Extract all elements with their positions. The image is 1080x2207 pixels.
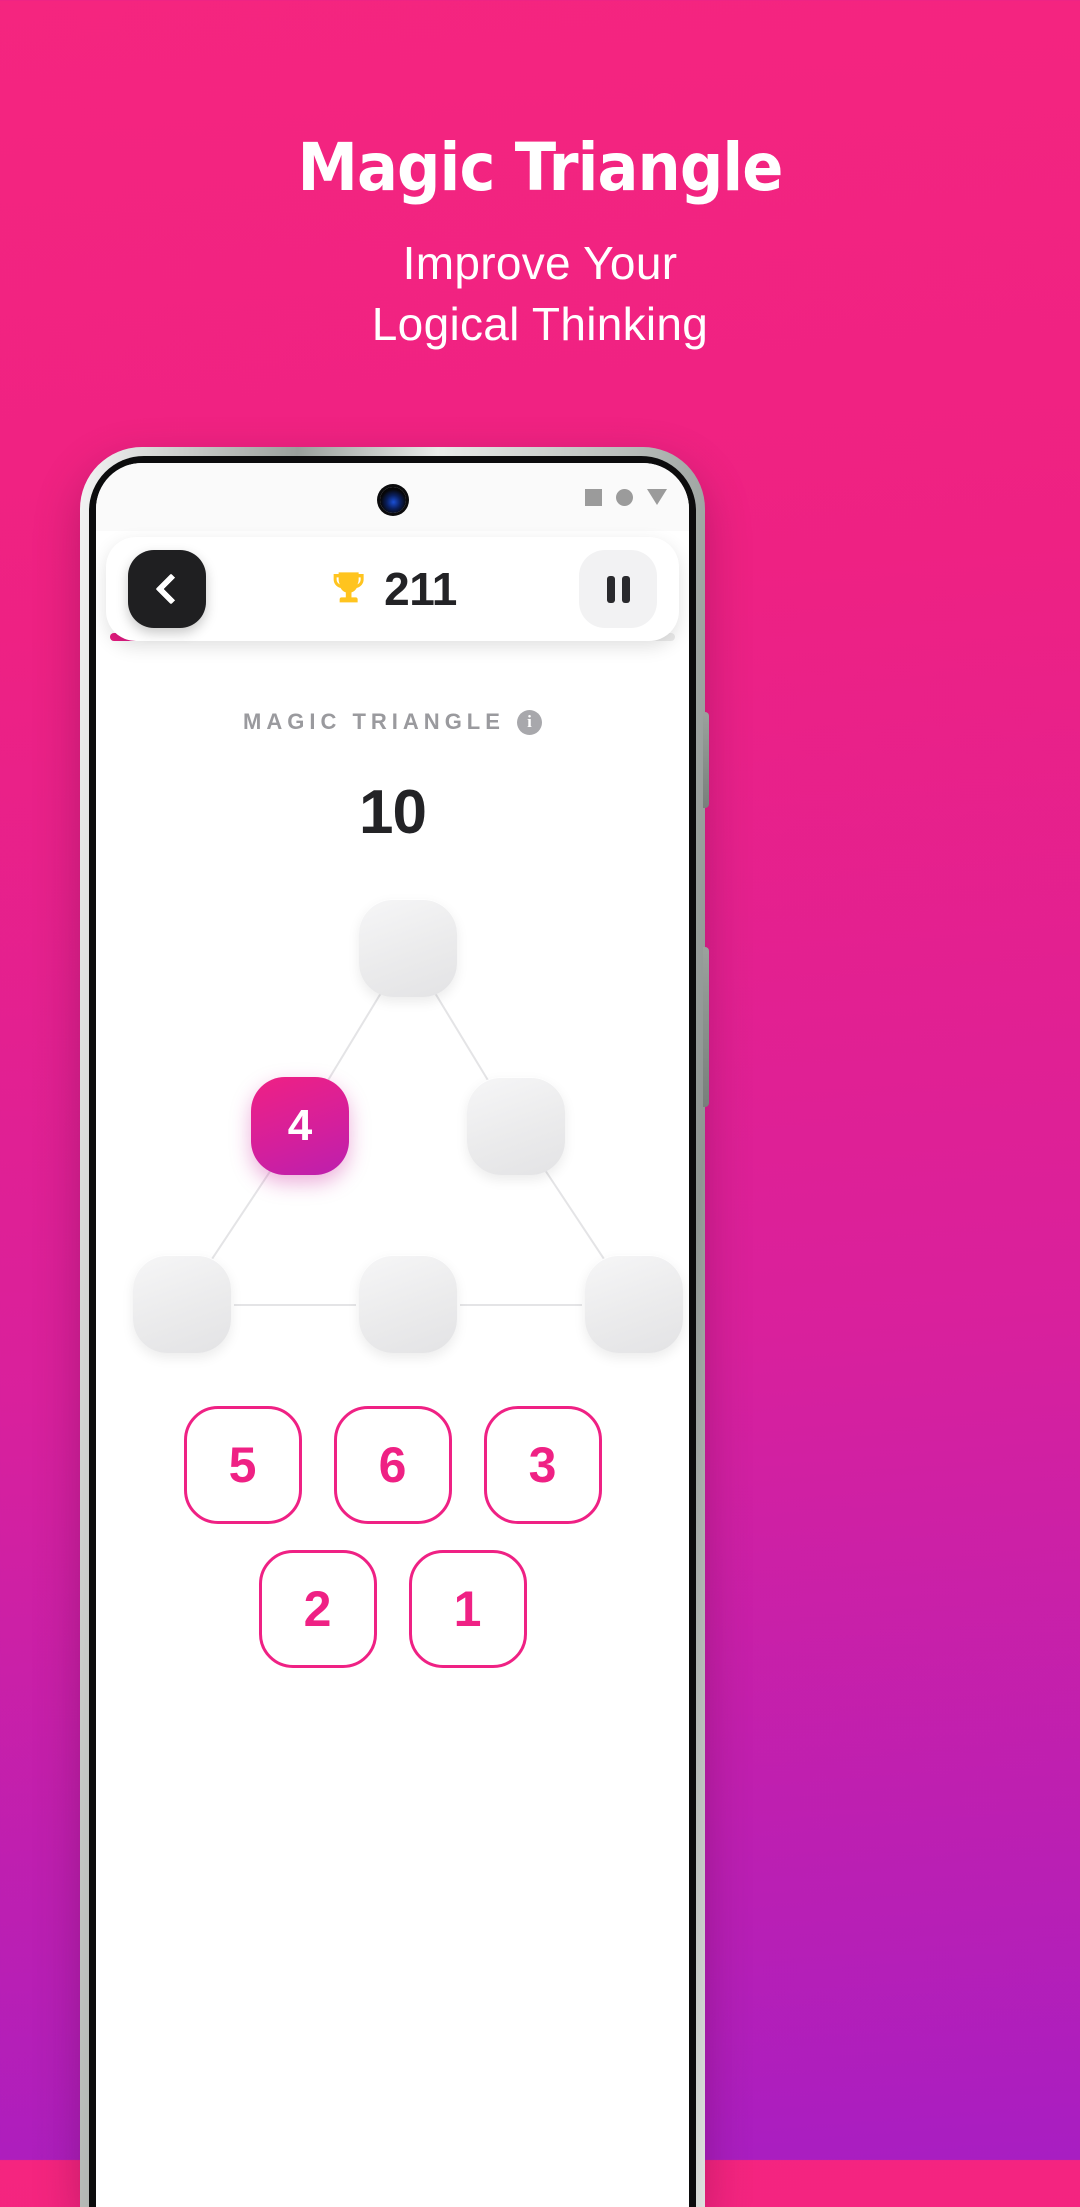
score-value: 211 xyxy=(384,563,457,615)
system-nav-icons xyxy=(585,463,667,531)
status-bar xyxy=(96,463,689,531)
phone-power-button xyxy=(703,712,709,808)
header-card: 211 xyxy=(106,537,679,641)
triangle-node-bottom-mid[interactable] xyxy=(359,1255,457,1353)
number-button-2[interactable]: 2 xyxy=(258,1550,377,1668)
phone-screen: 211 MAGIC TRIANGLE i 10 4 5 6 3 2 1 xyxy=(96,463,689,2207)
pause-icon-bar-right xyxy=(621,575,630,603)
score-display: 211 xyxy=(328,562,457,616)
number-button-5[interactable]: 5 xyxy=(183,1406,302,1524)
number-button-3[interactable]: 3 xyxy=(483,1406,602,1524)
page-title: Magic Triangle xyxy=(297,129,783,206)
triangle-node-bottom-left[interactable] xyxy=(133,1255,231,1353)
triangle-edge xyxy=(209,1169,273,1263)
triangle-node-bottom-right[interactable] xyxy=(585,1255,683,1353)
promo-subtitle-line-1: Improve Your xyxy=(402,237,678,290)
triangle-edge xyxy=(460,1304,582,1306)
triangle-edge xyxy=(543,1169,607,1263)
triangle-edge xyxy=(326,992,382,1084)
triangle-node-mid-right[interactable] xyxy=(467,1077,565,1175)
square-icon[interactable] xyxy=(585,488,602,506)
number-pad: 56321 xyxy=(96,1406,689,1668)
triangle-edge xyxy=(234,1304,356,1306)
puzzle-mode-label: MAGIC TRIANGLE i xyxy=(96,709,689,735)
target-sum-value: 10 xyxy=(359,778,427,847)
number-button-6[interactable]: 6 xyxy=(333,1406,452,1524)
chevron-left-icon xyxy=(154,573,187,605)
promo-subtitle: Improve Your Logical Thinking xyxy=(0,233,1080,355)
triangle-board: 4 xyxy=(96,876,689,1376)
pause-button[interactable] xyxy=(579,550,657,628)
promo-subtitle-line-2: Logical Thinking xyxy=(371,298,709,351)
circle-icon[interactable] xyxy=(616,488,633,506)
triangle-edge xyxy=(434,992,490,1084)
trophy-icon xyxy=(333,572,364,603)
front-camera-icon xyxy=(379,487,406,513)
number-button-1[interactable]: 1 xyxy=(408,1550,527,1668)
phone-volume-button xyxy=(703,947,709,1107)
info-icon[interactable]: i xyxy=(516,709,542,735)
back-button[interactable] xyxy=(128,550,206,628)
triangle-node-top[interactable] xyxy=(359,899,457,997)
game-header: 211 xyxy=(96,537,689,641)
puzzle-mode-label-text: MAGIC TRIANGLE xyxy=(243,709,505,734)
pause-icon-bar-left xyxy=(606,575,615,603)
triangle-node-mid-left[interactable]: 4 xyxy=(251,1077,349,1175)
phone-mockup: 211 MAGIC TRIANGLE i 10 4 5 6 3 2 1 xyxy=(80,447,709,2207)
promo-header: Magic Triangle Improve Your Logical Thin… xyxy=(0,0,1080,356)
triangle-icon[interactable] xyxy=(647,489,667,505)
app-content: 211 MAGIC TRIANGLE i 10 4 5 6 3 2 1 xyxy=(96,537,689,2207)
